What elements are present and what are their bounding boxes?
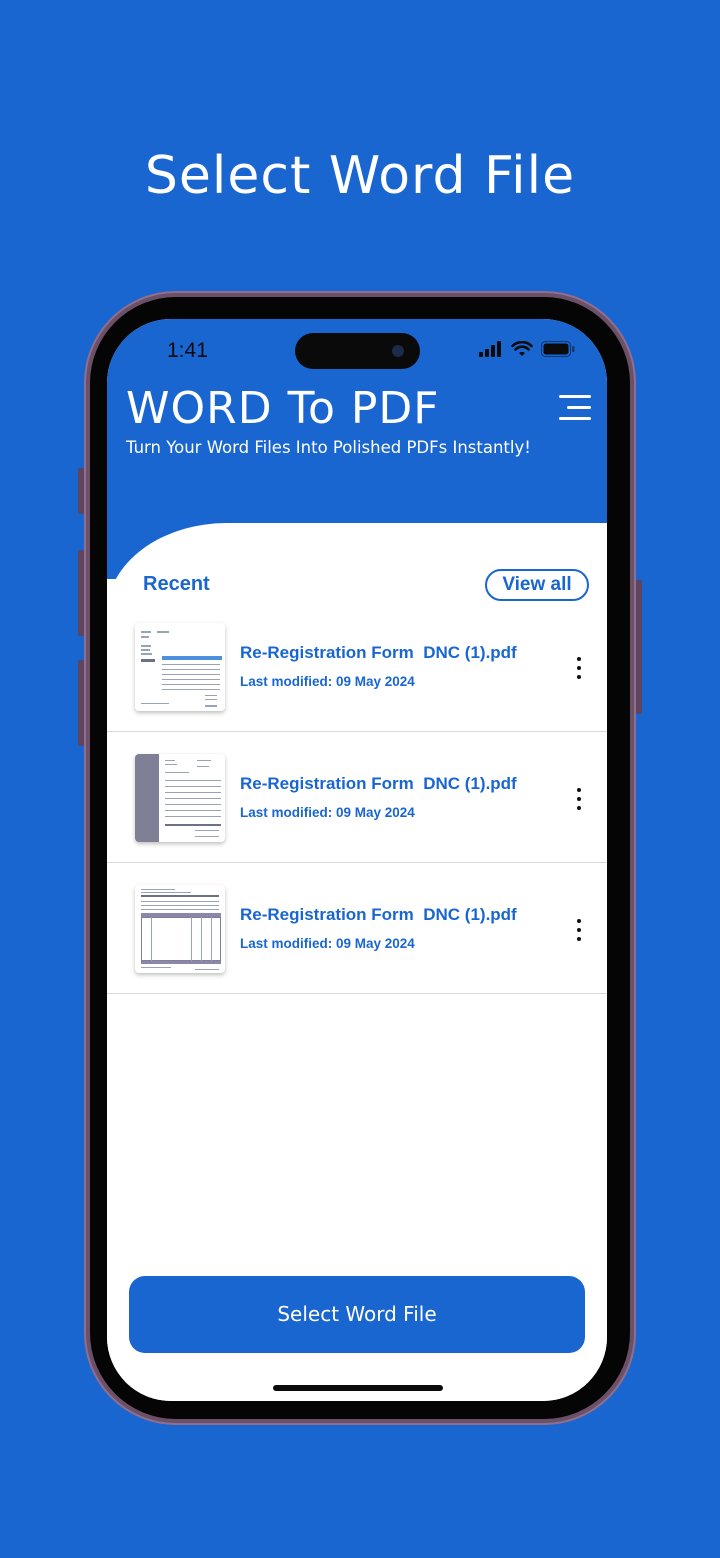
form-table-thumbnail xyxy=(135,885,225,973)
phone-volume-up-button xyxy=(78,550,84,636)
file-row[interactable]: Re-Registration Form DNC (1).pdf Last mo… xyxy=(107,601,607,732)
file-modified-date: Last modified: 09 May 2024 xyxy=(240,936,415,951)
camera-icon xyxy=(392,345,404,357)
more-options-icon[interactable] xyxy=(571,655,587,681)
phone-power-button xyxy=(636,580,642,714)
cellular-signal-icon xyxy=(479,341,501,357)
file-modified-date: Last modified: 09 May 2024 xyxy=(240,805,415,820)
file-row[interactable]: Re-Registration Form DNC (1).pdf Last mo… xyxy=(107,863,607,994)
recent-heading: Recent xyxy=(143,573,210,595)
app-title: WORD To PDF xyxy=(126,383,440,434)
file-name: Re-Registration Form DNC (1).pdf xyxy=(240,905,517,924)
view-all-button[interactable]: View all xyxy=(485,569,589,601)
recent-files-list: Re-Registration Form DNC (1).pdf Last mo… xyxy=(107,601,607,994)
file-row[interactable]: Re-Registration Form DNC (1).pdf Last mo… xyxy=(107,732,607,863)
dynamic-island xyxy=(295,333,420,369)
status-time: 1:41 xyxy=(167,339,208,362)
invoice-thumbnail xyxy=(135,623,225,711)
file-name: Re-Registration Form DNC (1).pdf xyxy=(240,643,517,662)
wifi-icon xyxy=(511,341,533,356)
app-subtitle: Turn Your Word Files Into Polished PDFs … xyxy=(126,438,531,457)
more-options-icon[interactable] xyxy=(571,917,587,943)
file-modified-date: Last modified: 09 May 2024 xyxy=(240,674,415,689)
phone-action-button xyxy=(78,468,84,514)
sidebar-document-thumbnail xyxy=(135,754,225,842)
more-options-icon[interactable] xyxy=(571,786,587,812)
hamburger-menu-icon[interactable] xyxy=(557,393,591,423)
battery-icon xyxy=(541,341,575,357)
file-name: Re-Registration Form DNC (1).pdf xyxy=(240,774,517,793)
home-indicator[interactable] xyxy=(273,1385,443,1391)
status-icons xyxy=(479,341,575,357)
phone-screen: 1:41 WORD To PDF Turn Your Word Files In… xyxy=(107,319,607,1401)
promo-headline: Select Word File xyxy=(144,146,576,206)
select-word-file-button[interactable]: Select Word File xyxy=(129,1276,585,1353)
phone-volume-down-button xyxy=(78,660,84,746)
